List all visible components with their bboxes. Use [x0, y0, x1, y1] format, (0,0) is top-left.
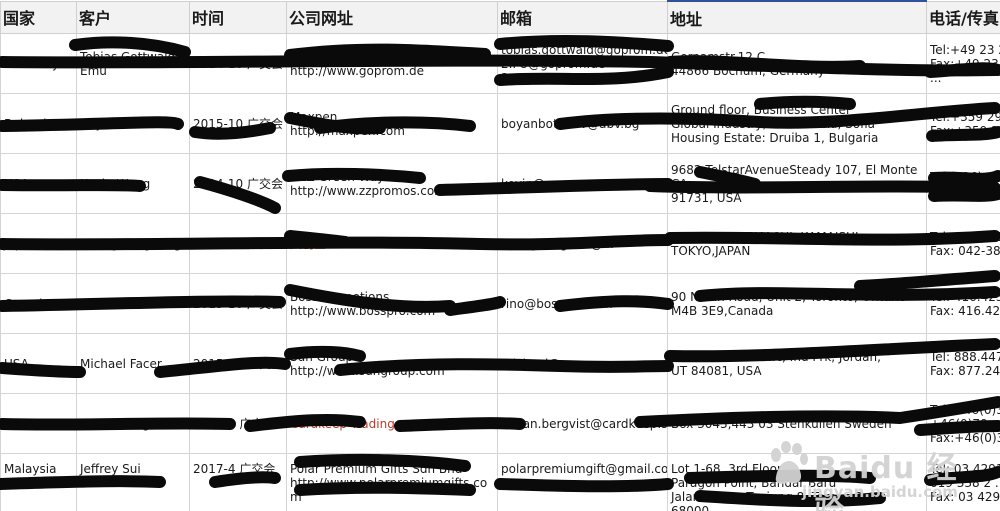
- cell-country[interactable]: USA: [0, 333, 77, 394]
- col-header-address[interactable]: 地址: [667, 0, 927, 34]
- paw-logo-icon: [771, 441, 808, 484]
- cell-phone-fax[interactable]: Tel:(626) 452 ... Fax:(626) 468 ...: [926, 153, 1000, 214]
- cell-website[interactable]: 大创企业: [286, 213, 498, 274]
- cell-time[interactable]: 2017-4 广交会: [189, 393, 287, 454]
- cell-client[interactable]: Boyan Botimov: [76, 93, 190, 154]
- cell-country[interactable]: Bulgaria: [0, 93, 77, 154]
- cell-time[interactable]: 2017-4 广交会: [189, 453, 287, 511]
- cell-email[interactable]: polarpremiumgift@gmail.com: [497, 453, 668, 511]
- watermark-url: jingyan.baidu.com: [802, 483, 958, 501]
- cell-address[interactable]: 90 Nolan Road, Unit 2, Toronto, Ontario …: [667, 273, 927, 334]
- cell-website[interactable]: Goprom advertising & promotion http://ww…: [286, 33, 498, 94]
- cell-address[interactable]: Gornamstr.12 C 44866 Bochum, Germany: [667, 33, 927, 94]
- cell-time[interactable]: 2015-10 广交会: [189, 333, 287, 394]
- table-row: USA Michael Facer 2015-10 广交会 Sun Group …: [0, 333, 1000, 394]
- cell-phone-fax[interactable]: Tel: 888.447 ... Fax: 877.247 ...: [926, 333, 1000, 394]
- cell-country[interactable]: Japan: [0, 213, 77, 274]
- cell-phone-fax[interactable]: Tel: 042-389 ... Fax: 042-385 ...: [926, 213, 1000, 274]
- cell-email[interactable]: boyanbotimov@abv.bg: [497, 93, 668, 154]
- cell-address[interactable]: 2-53-2 SAKAEMACHI, KAMAISHI, TOKYO,JAPAN: [667, 213, 927, 274]
- cell-time[interactable]: 2016-10 广交会: [189, 213, 287, 274]
- cell-client[interactable]: Rino Ferraro: [76, 273, 190, 334]
- table-row: Germany Tobias Gottwald / Emu 2014-10 广交…: [0, 33, 1000, 94]
- col-header-time[interactable]: 时间: [189, 0, 287, 34]
- table-row: Japan Zhang Mingming 2016-10 广交会 大创企业 zh…: [0, 213, 1000, 274]
- table-row: Bulgaria Boyan Botimov 2015-10 广交会 Maxpe…: [0, 93, 1000, 154]
- cell-address[interactable]: 9250 South Pacific, Ind Prk, Jordan, UT …: [667, 333, 927, 394]
- cell-phone-fax[interactable]: Tel: 416.423 ... Fax: 416.422 ...: [926, 273, 1000, 334]
- cell-client[interactable]: Kevin Wang: [76, 153, 190, 214]
- customer-table: 国家 客户 时间 公司网址 邮箱 地址 电话/传真 Germany Tobias…: [0, 0, 1000, 511]
- cell-phone-fax[interactable]: Tel:+359 297 ... Fax:+359 297 ...: [926, 93, 1000, 154]
- col-header-website[interactable]: 公司网址: [286, 0, 498, 34]
- cell-email[interactable]: michael@sungroup.com: [497, 333, 668, 394]
- cell-country[interactable]: Sweden: [0, 393, 77, 454]
- cell-time[interactable]: 2015-10 广交会: [189, 93, 287, 154]
- cell-client[interactable]: Tobias Gottwald / Emu: [76, 33, 190, 94]
- cell-client[interactable]: Michael Facer: [76, 333, 190, 394]
- cell-website[interactable]: ZZZ Green Ways Inc http://www.zzpromos.c…: [286, 153, 498, 214]
- spreadsheet: 国家 客户 时间 公司网址 邮箱 地址 电话/传真 Germany Tobias…: [0, 0, 1000, 511]
- cell-website[interactable]: Maxpen http://maxpen.com: [286, 93, 498, 154]
- cell-time[interactable]: 2014-10 广交会: [189, 153, 287, 214]
- cell-website[interactable]: Cardkeep Trading: [286, 393, 498, 454]
- cell-time[interactable]: 2014-10 广交会: [189, 33, 287, 94]
- cell-email[interactable]: tobias.gottwald@goprom.de 2.FU@goprom.de…: [497, 33, 668, 94]
- cell-website[interactable]: Boss Promotions http://www.bosspro.com: [286, 273, 498, 334]
- col-header-email[interactable]: 邮箱: [497, 0, 668, 34]
- cell-country[interactable]: Malaysia: [0, 453, 77, 511]
- cell-country[interactable]: USA: [0, 153, 77, 214]
- cell-phone-fax[interactable]: Tel:+49 23 27 ... Fax:+49 23 27 ...: [926, 33, 1000, 94]
- cell-address[interactable]: Ground floor, Business Center Global Ind…: [667, 93, 927, 154]
- col-header-country[interactable]: 国家: [0, 0, 77, 34]
- cell-address[interactable]: 9682 TelstarAvenueSteady 107, El Monte C…: [667, 153, 927, 214]
- cell-country[interactable]: Canada: [0, 273, 77, 334]
- baidu-watermark: Baidu 经验 jingyan.baidu.com: [762, 437, 982, 511]
- cell-email[interactable]: kevin@zzpromos.com: [497, 153, 668, 214]
- cell-website[interactable]: Polar Premium Gifts Sdn Bhd http://www.p…: [286, 453, 498, 511]
- cell-country[interactable]: Germany: [0, 33, 77, 94]
- header-row: 国家 客户 时间 公司网址 邮箱 地址 电话/传真: [0, 0, 1000, 34]
- cell-time[interactable]: 2015-10 广交会: [189, 273, 287, 334]
- cell-email[interactable]: rino@bosspro.com: [497, 273, 668, 334]
- cell-email[interactable]: zhangmingmin@...: [497, 213, 668, 274]
- table-row: USA Kevin Wang 2014-10 广交会 ZZZ Green Way…: [0, 153, 1000, 214]
- table-row: Canada Rino Ferraro 2015-10 广交会 Boss Pro…: [0, 273, 1000, 334]
- cell-client[interactable]: Hakan Bergvist: [76, 393, 190, 454]
- cell-email[interactable]: hakan.bergvist@cardkeep.se: [497, 393, 668, 454]
- cell-client[interactable]: Zhang Mingming: [76, 213, 190, 274]
- col-header-client[interactable]: 客户: [76, 0, 190, 34]
- cell-client[interactable]: Jeffrey Sui: [76, 453, 190, 511]
- col-header-phone-fax[interactable]: 电话/传真: [926, 0, 1000, 34]
- cell-website[interactable]: Sun Group http://www.sungroup.com: [286, 333, 498, 394]
